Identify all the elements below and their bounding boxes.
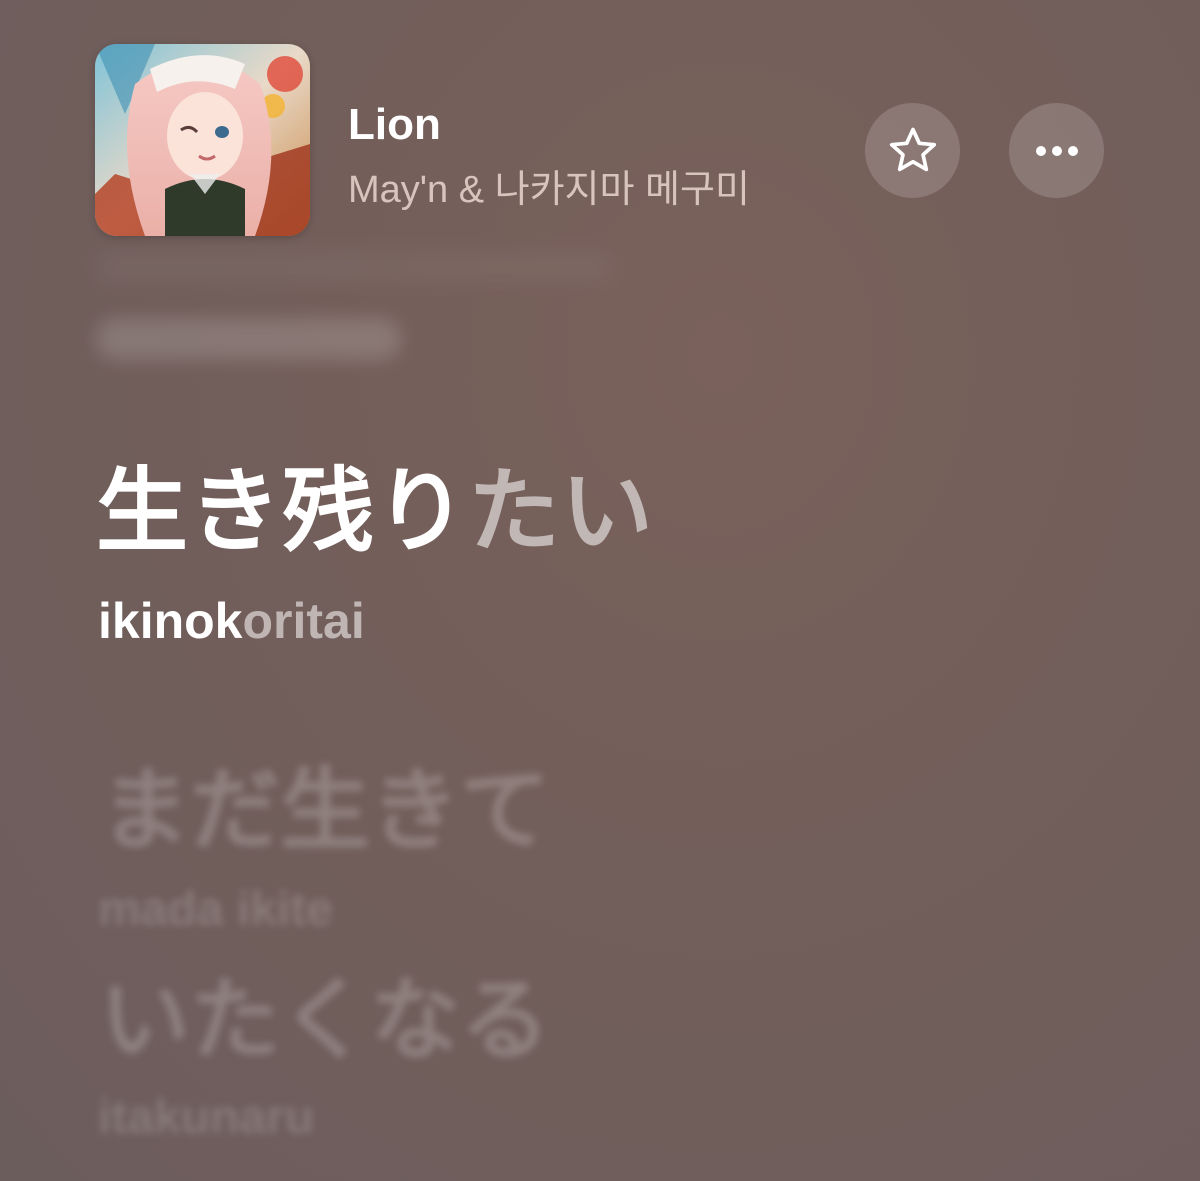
album-artwork[interactable] [95,44,310,236]
previous-lyric-line-blurred [95,252,615,282]
current-roman-unsung: oritai [242,593,365,649]
more-options-button[interactable] [1009,103,1104,198]
current-lyric-sung: 生き残り [96,461,469,563]
ellipsis-icon [1035,145,1078,156]
current-lyric-line[interactable]: 生き残りたい [96,461,655,563]
star-outline-icon [889,127,936,171]
upcoming-lyric-romanization: mada ikite [98,883,333,936]
upcoming-lyric-line[interactable]: いたくなる [100,972,550,1071]
track-artist[interactable]: May'n & 나카지마 메구미 [348,158,750,213]
current-lyric-romanization: ikinokoritai [98,592,365,650]
favorite-button[interactable] [865,103,960,198]
previous-lyric-roman-blurred [96,318,401,360]
current-lyric-unsung: たい [468,461,655,563]
upcoming-lyric-romanization: itakunaru [98,1091,315,1144]
track-title[interactable]: Lion [348,100,441,150]
upcoming-lyric-line[interactable]: まだ生きて [100,762,550,861]
current-roman-sung: ikinok [98,593,243,649]
album-artwork-image [95,44,310,236]
